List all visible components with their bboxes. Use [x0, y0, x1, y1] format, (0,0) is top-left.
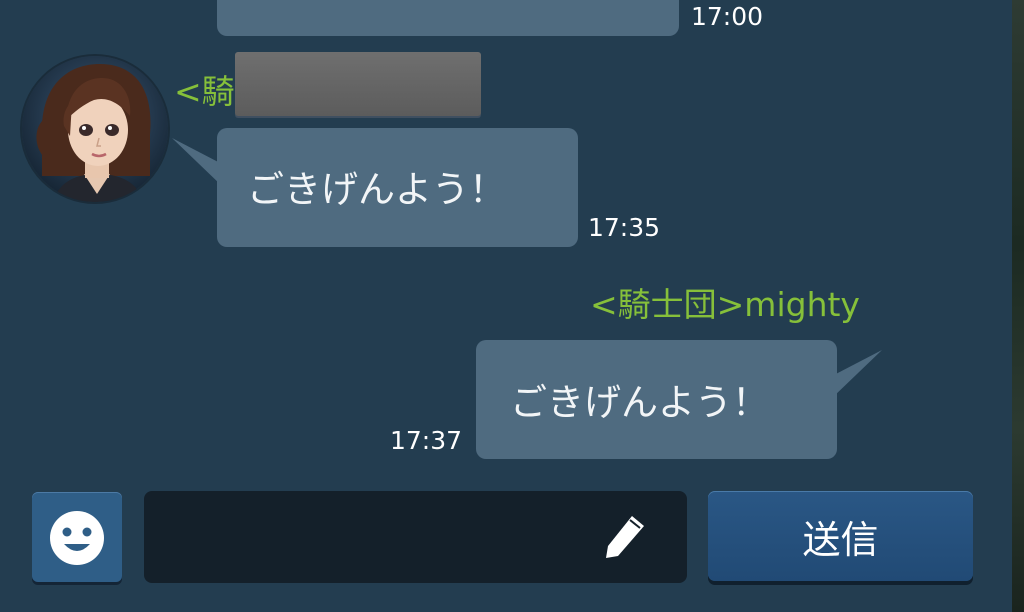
send-button[interactable]: 送信	[708, 491, 973, 581]
pencil-icon[interactable]	[602, 512, 650, 562]
message-time-1: 17:00	[691, 2, 764, 31]
background-game-scene-edge	[1012, 0, 1024, 612]
bubble-tail-outgoing	[832, 350, 882, 398]
message-text-3: ごきげんよう！	[510, 381, 769, 424]
message-time-3: 17:37	[390, 426, 463, 455]
sender-name-incoming[interactable]: <騎	[174, 65, 235, 113]
sender-name-outgoing[interactable]: <騎士団>mighty	[590, 278, 860, 326]
bubble-tail-incoming	[172, 138, 222, 186]
emoji-button[interactable]	[32, 492, 122, 582]
smiley-face-icon	[50, 511, 104, 565]
send-button-label: 送信	[802, 517, 879, 562]
message-bubble-2: ごきげんよう！	[217, 128, 578, 247]
redacted-sender-name	[235, 52, 481, 116]
message-text-2: ごきげんよう！	[247, 168, 506, 211]
female-character-avatar-icon	[22, 56, 168, 202]
message-bubble-3: ごきげんよう！	[476, 340, 837, 459]
message-bubble-1	[217, 0, 679, 36]
message-time-2: 17:35	[588, 213, 661, 242]
avatar[interactable]	[20, 54, 170, 204]
